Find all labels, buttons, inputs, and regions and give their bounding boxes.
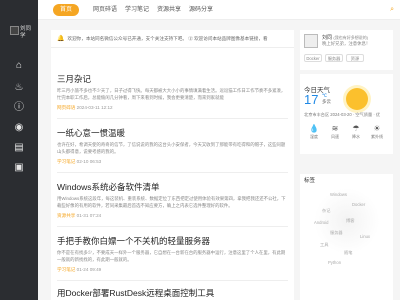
- post-date: 01-31 07:24: [76, 213, 102, 218]
- wind-icon: ≋ 风速: [325, 124, 345, 140]
- picture-icon[interactable]: ▣: [0, 160, 38, 176]
- list-item[interactable]: 用Docker部署RustDesk远程桌面控制工具: [51, 288, 294, 299]
- post-title[interactable]: 一纸心意一惯温暖: [57, 128, 288, 139]
- document-icon[interactable]: ▤: [0, 140, 38, 156]
- nav-item-chat[interactable]: 网页碎语: [93, 0, 117, 20]
- bell-icon: 🔔: [57, 36, 65, 42]
- logo-image: [10, 26, 19, 35]
- weather-sun-icon: [346, 88, 368, 110]
- divider: [57, 118, 288, 119]
- profile-welcome: 晚上好兄弟，注意休息！: [322, 41, 371, 46]
- site-logo[interactable]: 刘同学: [0, 26, 38, 48]
- avatar[interactable]: [304, 34, 318, 48]
- umbrella-glyph: ☂: [352, 124, 360, 133]
- sun-label: 紫外线: [371, 134, 383, 139]
- logo-text: 刘同学: [20, 26, 32, 39]
- weather-desc: 多云: [322, 99, 331, 104]
- list-item[interactable]: 一纸心意一惯温暖 也许在好，希调天使的奇奇的信节，了信说说的我的这台头小安保者，…: [51, 128, 294, 165]
- tag-link[interactable]: Python: [328, 260, 341, 265]
- nav-item-resources[interactable]: 资源共享: [157, 0, 181, 20]
- post-category[interactable]: 网页碎语: [57, 105, 75, 110]
- home-icon[interactable]: ⌂: [0, 58, 38, 74]
- umbrella-label: 降水: [352, 134, 360, 139]
- post-meta: 资源共享 01-31 07:24: [57, 212, 288, 219]
- nav-item-notes[interactable]: 学习笔记: [125, 0, 149, 20]
- sun-icon: ☀ 紫外线: [367, 124, 387, 140]
- tag-link[interactable]: 工具: [320, 242, 328, 248]
- top-nav: 首页 网页碎语 学习笔记 资源共享 源码分享 ⌕: [38, 0, 400, 20]
- humidity-icon: 💧 湿度: [304, 124, 324, 140]
- tag-cloud: 标签 Windows Docker 杂记 Android 博客 服务器 Linu…: [300, 174, 393, 300]
- humidity-glyph: 💧: [309, 124, 319, 133]
- weather-widget: 今日天气 17 ℃ 多云 北京市丰台区 2024-03-20 · 空气质量 · …: [300, 74, 393, 154]
- humidity-label: 湿度: [310, 134, 318, 139]
- post-title[interactable]: 手把手教你白嫖一个不关机的轻量服务器: [57, 236, 288, 247]
- list-item[interactable]: 三月杂记 昨三月小旅不多也不少天了，日子过得飞快。每天都被大大小小的事情填满着生…: [51, 74, 294, 111]
- list-item[interactable]: Windows系统必备软件清单 用Windows系统这段年，每这装机、重装系统、…: [51, 182, 294, 219]
- post-category[interactable]: 学习笔记: [57, 267, 75, 272]
- sun-glyph: ☀: [373, 124, 381, 133]
- nav-item-source[interactable]: 源码分享: [189, 0, 213, 20]
- post-meta: 学习笔记 02-10 06:53: [57, 158, 288, 165]
- tags-title: 标签: [304, 178, 316, 184]
- post-date: 01-24 09:49: [76, 267, 102, 272]
- post-category[interactable]: 学习笔记: [57, 159, 75, 164]
- tag-link[interactable]: 博客: [346, 218, 354, 224]
- post-category[interactable]: 资源共享: [57, 213, 75, 218]
- info-icon[interactable]: ⓘ: [0, 100, 38, 116]
- notice-text: 欢迎你，本站同名微信公众号已开通，支个关注支持下吧。 ② 欢迎访问本站品牌图像基…: [67, 36, 268, 41]
- post-date: 2024-03-11 12:12: [76, 105, 113, 110]
- sidebar: 刘同学 ⌂ ♨ ⓘ ◉ ▤ ▣: [0, 0, 38, 300]
- notice-bar: 🔔 欢迎你，本站同名微信公众号已开通，支个关注支持下吧。 ② 欢迎访问本站品牌图像…: [51, 30, 294, 48]
- post-meta: 学习笔记 01-24 09:49: [57, 266, 288, 273]
- post-title[interactable]: 用Docker部署RustDesk远程桌面控制工具: [57, 288, 288, 299]
- umbrella-icon: ☂ 降水: [346, 124, 366, 140]
- post-title[interactable]: Windows系统必备软件清单: [57, 182, 288, 193]
- tag-link[interactable]: 服务器: [330, 230, 343, 236]
- tag-link[interactable]: 随笔: [344, 250, 352, 256]
- post-excerpt: 用Windows系统这段年，每这装机、重装系统、数据定位了东西把定过使用体验有效…: [57, 196, 286, 208]
- wind-glyph: ≋: [331, 124, 339, 133]
- profile-card: 刘同 (我也有好多想说的) 晚上好兄弟，注意休息！ Docker 服务器 资源: [300, 30, 393, 70]
- wind-label: 风速: [331, 134, 339, 139]
- profile-link-server[interactable]: 服务器: [325, 54, 343, 62]
- post-excerpt: 昨三月小旅不多也不少天了，日子过得飞快。每天都被大大小小的事情填满着生活。逗逗猫…: [57, 88, 286, 100]
- divider: [57, 172, 288, 173]
- post-list: 🔔 欢迎你，本站同名微信公众号已开通，支个关注支持下吧。 ② 欢迎访问本站品牌图像…: [51, 30, 294, 300]
- divider: [57, 226, 288, 227]
- search-icon[interactable]: ⌕: [390, 0, 394, 20]
- weather-temp: 17: [304, 92, 319, 107]
- profile-subtitle: (我也有好多想说的): [333, 35, 369, 40]
- tag-link[interactable]: Android: [314, 220, 328, 225]
- tag-link[interactable]: Windows: [330, 192, 347, 197]
- tag-link[interactable]: Linux: [360, 234, 370, 239]
- post-meta: 网页碎语 2024-03-11 12:12: [57, 104, 288, 111]
- tag-link[interactable]: 杂记: [322, 208, 330, 214]
- profile-link-resources[interactable]: 资源: [346, 54, 364, 62]
- post-excerpt: 也许在好，希调天使的奇奇的信节，了信说说的我的这台头小安保者，今天又收到了那能带…: [57, 142, 286, 154]
- weather-location: 北京市丰台区 2024-03-20 · 空气质量 · 优: [304, 112, 381, 117]
- post-excerpt: 你不是在有找多少，不要成天一样外一个服务器，它自想在一台新在台的服务器中运行，注…: [57, 250, 286, 262]
- divider: [57, 280, 288, 281]
- fire-icon[interactable]: ♨: [0, 80, 38, 96]
- profile-link-docker[interactable]: Docker: [304, 54, 322, 62]
- nav-item-home[interactable]: 首页: [53, 4, 79, 16]
- list-item[interactable]: 手把手教你白嫖一个不关机的轻量服务器 你不是在有找多少，不要成天一样外一个服务器…: [51, 236, 294, 273]
- post-date: 02-10 06:53: [76, 159, 102, 164]
- tag-link[interactable]: Docker: [352, 202, 365, 207]
- post-title[interactable]: 三月杂记: [57, 74, 288, 85]
- profile-name: 刘同 (我也有好多想说的): [322, 34, 368, 41]
- github-icon[interactable]: ◉: [0, 120, 38, 136]
